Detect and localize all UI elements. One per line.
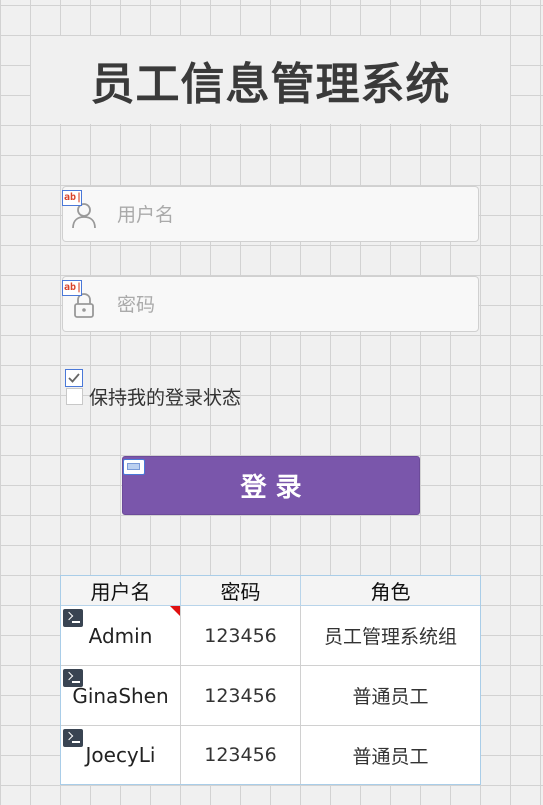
terminal-icon xyxy=(63,669,83,687)
table-cell-password[interactable]: 123456 xyxy=(181,666,301,726)
table-cell-role[interactable]: 普通员工 xyxy=(301,726,480,784)
checkbox-designer-icon xyxy=(65,369,83,387)
username-field[interactable] xyxy=(62,186,479,243)
textbox-designer-icon: ab| xyxy=(62,280,82,296)
remember-label[interactable]: 保持我的登录状态 xyxy=(89,383,241,410)
column-header-username[interactable]: 用户名 xyxy=(61,576,181,606)
cell-text: Admin xyxy=(88,623,153,648)
selection-marker xyxy=(170,606,180,616)
table-cell-role[interactable]: 员工管理系统组 xyxy=(301,606,480,666)
terminal-icon xyxy=(63,609,83,627)
button-designer-icon xyxy=(123,459,145,475)
terminal-icon xyxy=(63,729,83,747)
column-header-password[interactable]: 密码 xyxy=(181,576,301,606)
table-cell-role[interactable]: 普通员工 xyxy=(301,666,480,726)
table-cell-username[interactable]: JoecyLi xyxy=(61,726,181,784)
title-panel: 员工信息管理系统 xyxy=(31,36,510,124)
cell-text: JoecyLi xyxy=(85,743,156,767)
login-button[interactable]: 登 录 xyxy=(122,456,420,515)
cell-text: GinaShen xyxy=(72,683,169,708)
column-header-role[interactable]: 角色 xyxy=(301,576,480,606)
textbox-designer-icon: ab| xyxy=(62,190,82,206)
password-field[interactable] xyxy=(62,276,479,333)
user-table: 用户名 密码 角色 Admin 123456 员工管理系统组 GinaShen … xyxy=(60,575,481,785)
remember-checkbox[interactable] xyxy=(66,388,83,405)
table-cell-username[interactable]: Admin xyxy=(61,606,181,666)
table-cell-username[interactable]: GinaShen xyxy=(61,666,181,726)
username-input[interactable] xyxy=(115,187,459,243)
page-title: 员工信息管理系统 xyxy=(90,59,451,110)
table-cell-password[interactable]: 123456 xyxy=(181,726,301,784)
table-cell-password[interactable]: 123456 xyxy=(181,606,301,666)
password-input[interactable] xyxy=(115,277,459,333)
